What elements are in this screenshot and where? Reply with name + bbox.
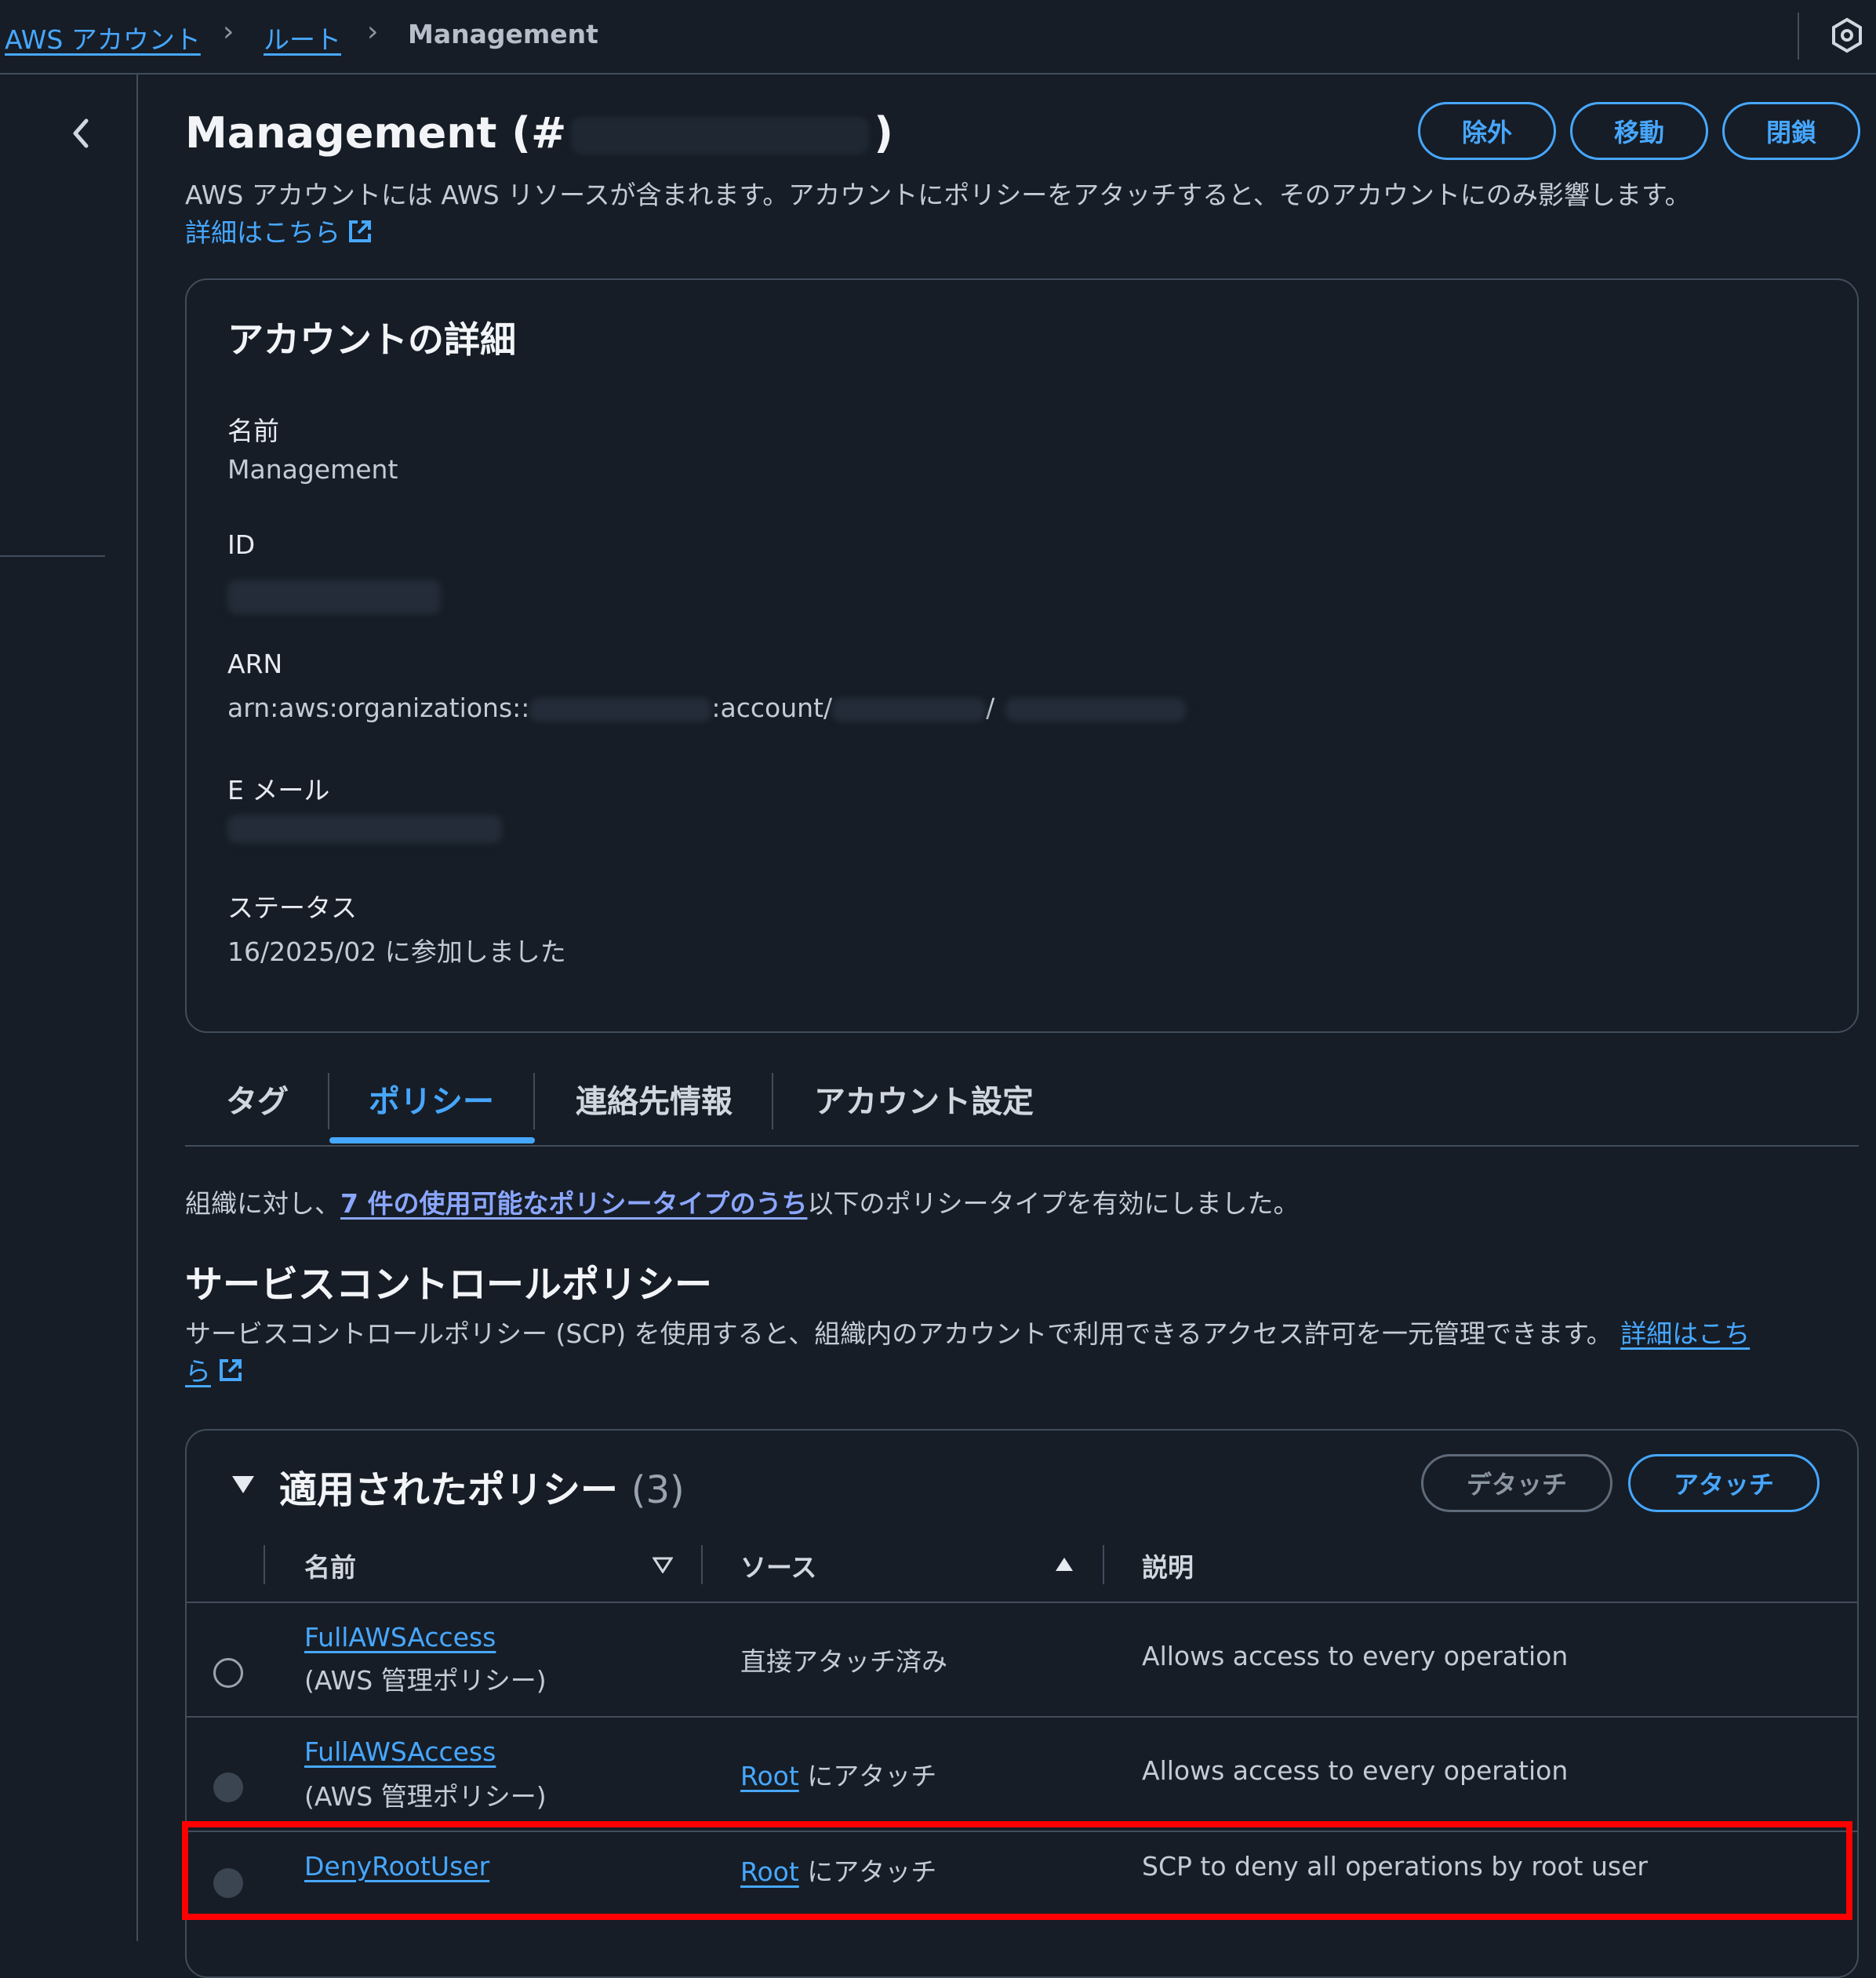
status-value: 16/2025/02 に参加しました bbox=[227, 936, 566, 967]
breadcrumb-current: Management bbox=[408, 19, 598, 49]
email-value-redacted bbox=[227, 812, 502, 843]
table-header-divider bbox=[187, 1602, 1857, 1603]
account-details-card: アカウントの詳細 名前 Management ID ARN arn:aws:or… bbox=[185, 278, 1859, 1033]
external-link-icon bbox=[220, 1359, 242, 1381]
highlight-annotation bbox=[182, 1821, 1852, 1920]
sort-ascending-icon[interactable] bbox=[1054, 1556, 1074, 1573]
policy-types-intro: 組織に対し、7 件の使用可能なポリシータイプのうち以下のポリシータイプを有効にし… bbox=[185, 1183, 1299, 1220]
arn-account: :account/ bbox=[711, 693, 833, 723]
scp-description: サービスコントロールポリシー (SCP) を使用すると、組織内のアカウントで利用… bbox=[185, 1313, 1750, 1351]
applied-policies-count: (3) bbox=[631, 1468, 685, 1512]
page-title-prefix: Management (# bbox=[185, 108, 567, 158]
scp-heading: サービスコントロールポリシー bbox=[185, 1263, 713, 1307]
redacted-arn-segment bbox=[529, 697, 712, 722]
breadcrumb-root[interactable]: ルート bbox=[264, 19, 341, 56]
redacted-arn-segment bbox=[832, 697, 987, 722]
page-title-suffix: ) bbox=[874, 108, 893, 158]
column-header-name[interactable]: 名前 bbox=[304, 1547, 356, 1584]
rail-divider bbox=[0, 555, 105, 557]
tab-contact-info[interactable]: 連絡先情報 bbox=[576, 1076, 733, 1122]
active-tab-indicator bbox=[329, 1137, 535, 1144]
policy-source: 直接アタッチ済み bbox=[740, 1646, 947, 1677]
policy-type: (AWS 管理ポリシー) bbox=[304, 1665, 547, 1696]
intro-text: 以下のポリシータイプを有効にしました。 bbox=[807, 1188, 1300, 1219]
remove-button[interactable]: 除外 bbox=[1418, 102, 1556, 160]
tab-separator bbox=[328, 1073, 329, 1129]
page-title: Management (#) bbox=[185, 108, 893, 158]
arn-slash: / bbox=[986, 693, 995, 723]
sort-descending-icon[interactable] bbox=[653, 1556, 673, 1573]
settings-icon[interactable] bbox=[1829, 17, 1865, 53]
policy-description: Allows access to every operation bbox=[1142, 1641, 1569, 1671]
breadcrumb-separator-icon: › bbox=[223, 16, 234, 48]
email-label: E メール bbox=[227, 775, 330, 805]
id-label: ID bbox=[227, 529, 256, 560]
learn-more-label: 詳細はこちら bbox=[185, 217, 340, 248]
detach-button[interactable]: デタッチ bbox=[1421, 1454, 1612, 1512]
column-separator bbox=[264, 1545, 265, 1584]
column-separator bbox=[701, 1545, 703, 1584]
scp-description-text: サービスコントロールポリシー (SCP) を使用すると、組織内のアカウントで利用… bbox=[185, 1318, 1612, 1349]
tabs-divider bbox=[185, 1145, 1859, 1147]
name-value: Management bbox=[227, 454, 398, 485]
row-divider bbox=[187, 1716, 1857, 1718]
redacted-account-id bbox=[571, 117, 870, 155]
tab-separator bbox=[772, 1073, 773, 1129]
column-header-description: 説明 bbox=[1142, 1552, 1194, 1583]
row-select-radio-disabled bbox=[213, 1773, 243, 1802]
learn-more-link[interactable]: 詳細はこちら bbox=[185, 212, 373, 249]
page-description: AWS アカウントには AWS リソースが含まれます。アカウントにポリシーをアタ… bbox=[185, 180, 1691, 210]
policy-description: Allows access to every operation bbox=[1142, 1755, 1569, 1786]
policy-source: Root にアタッチ bbox=[740, 1755, 936, 1793]
arn-label: ARN bbox=[227, 649, 283, 679]
intro-text: 組織に対し、 bbox=[185, 1188, 340, 1219]
side-navigation-rail bbox=[0, 75, 138, 1941]
tab-account-settings[interactable]: アカウント設定 bbox=[814, 1076, 1034, 1122]
policy-name-link[interactable]: FullAWSAccess bbox=[304, 1622, 496, 1653]
scp-learn-more-link-continued[interactable]: ら bbox=[185, 1351, 244, 1388]
policy-name-link[interactable]: FullAWSAccess bbox=[304, 1736, 496, 1767]
id-value-redacted bbox=[227, 580, 441, 614]
available-policy-types-link[interactable]: 7 件の使用可能なポリシータイプのうち bbox=[340, 1188, 807, 1219]
source-root-link[interactable]: Root bbox=[740, 1761, 799, 1791]
breadcrumb-separator-icon: › bbox=[367, 16, 379, 48]
chevron-left-icon[interactable] bbox=[67, 116, 94, 151]
external-link-icon bbox=[349, 220, 371, 242]
attach-button[interactable]: アタッチ bbox=[1628, 1454, 1820, 1512]
topbar-divider bbox=[1798, 13, 1799, 60]
account-details-title: アカウントの詳細 bbox=[227, 318, 516, 361]
arn-prefix: arn:aws:organizations:: bbox=[227, 693, 530, 723]
column-header-source[interactable]: ソース bbox=[740, 1547, 816, 1584]
top-bar: AWS アカウント › ルート › Management bbox=[0, 0, 1876, 75]
name-label: 名前 bbox=[227, 416, 279, 446]
move-button[interactable]: 移動 bbox=[1570, 102, 1708, 160]
redacted-arn-segment bbox=[1005, 697, 1187, 722]
tab-separator bbox=[533, 1073, 535, 1129]
caret-down-icon[interactable] bbox=[231, 1473, 256, 1495]
scp-learn-more-link[interactable]: 詳細はこち bbox=[1620, 1318, 1750, 1349]
scp-learn-more-label: ら bbox=[185, 1356, 211, 1387]
breadcrumb-aws-accounts[interactable]: AWS アカウント bbox=[5, 19, 201, 56]
source-text: にアタッチ bbox=[807, 1761, 937, 1791]
policy-type: (AWS 管理ポリシー) bbox=[304, 1781, 547, 1812]
applied-policies-title: 適用されたポリシー (3) bbox=[279, 1459, 685, 1514]
status-label: ステータス bbox=[227, 893, 357, 923]
column-separator bbox=[1103, 1545, 1104, 1584]
close-account-button[interactable]: 閉鎖 bbox=[1722, 102, 1860, 160]
tab-policies[interactable]: ポリシー bbox=[369, 1076, 494, 1122]
arn-value: arn:aws:organizations:::account/ / bbox=[227, 693, 1187, 723]
row-select-radio[interactable] bbox=[213, 1658, 243, 1688]
tab-tags[interactable]: タグ bbox=[226, 1076, 289, 1122]
applied-policies-label: 適用されたポリシー bbox=[279, 1468, 619, 1512]
